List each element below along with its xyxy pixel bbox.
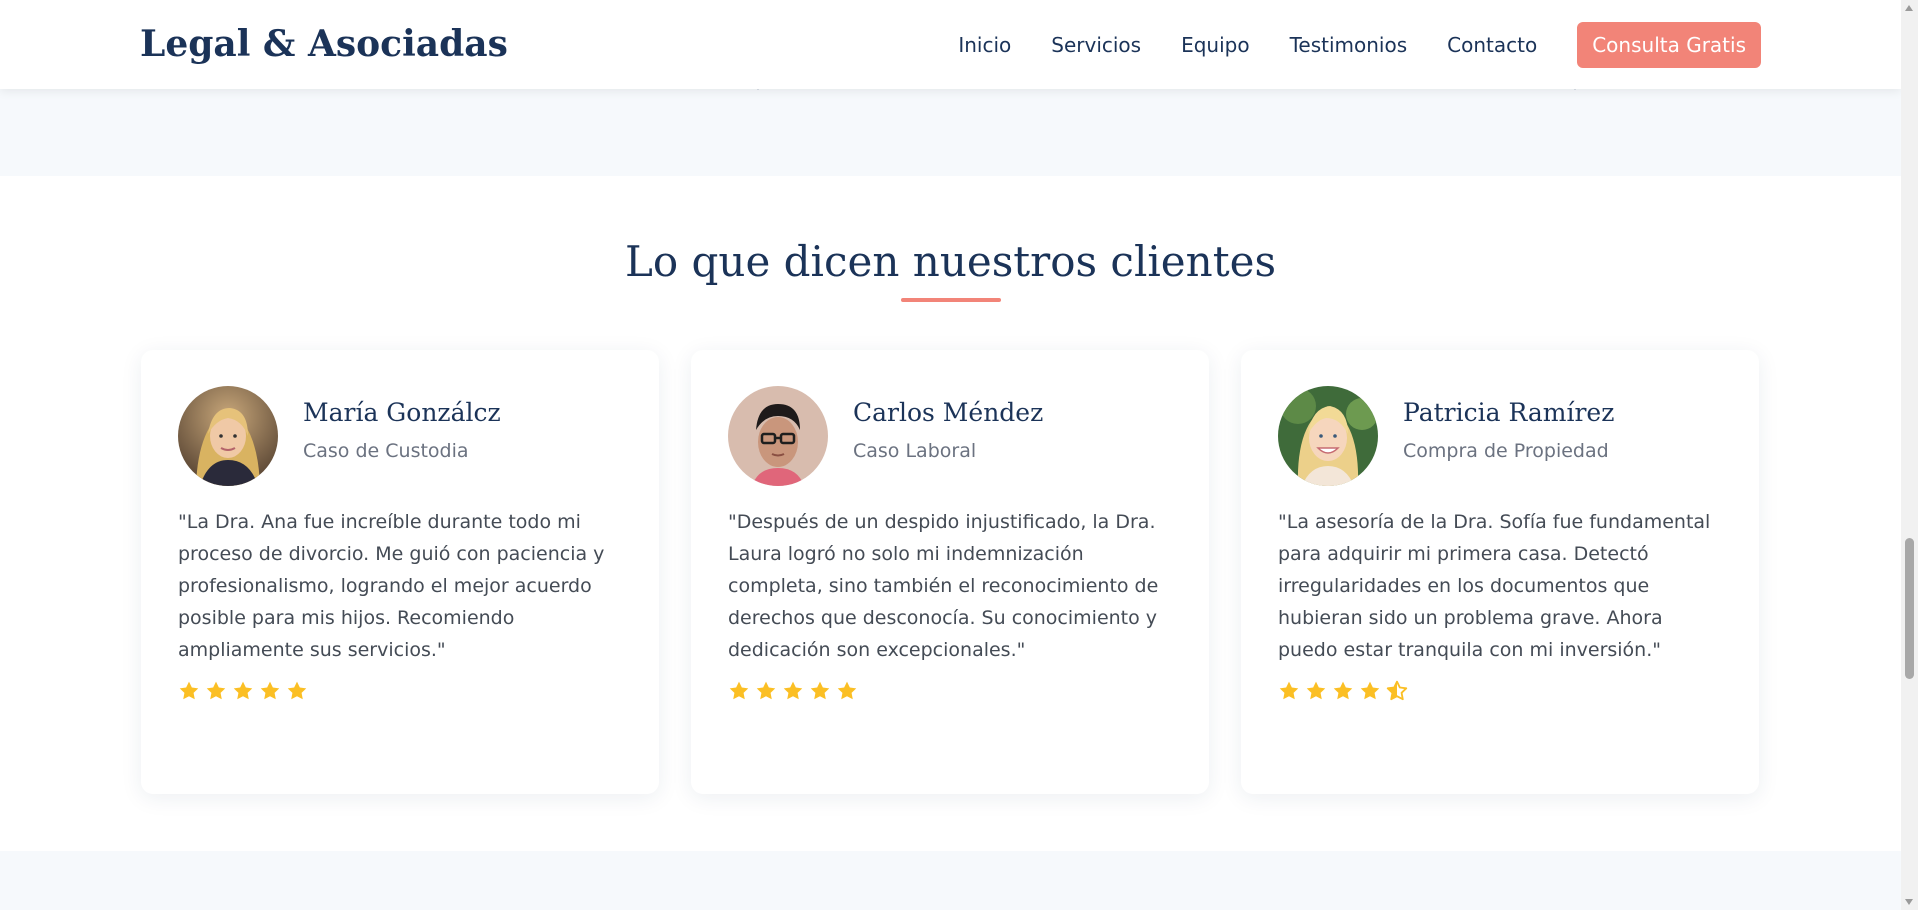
star-icon (1305, 680, 1327, 702)
star-icon (1332, 680, 1354, 702)
star-rating (1278, 680, 1413, 702)
testimonial-card: Carlos Méndez Caso Laboral "Después de u… (691, 350, 1209, 794)
site-logo[interactable]: Legal & Asociadas (140, 22, 508, 66)
star-icon (836, 680, 858, 702)
testimonial-quote: "La asesoría de la Dra. Sofía fue fundam… (1278, 511, 1711, 661)
nav-link-servicios[interactable]: Servicios (1051, 33, 1141, 57)
nav-link-equipo[interactable]: Equipo (1181, 33, 1250, 57)
client-name: Carlos Méndez (853, 398, 1044, 427)
testimonial-card: Patricia Ramírez Compra de Propiedad "La… (1241, 350, 1759, 794)
star-rating (178, 680, 313, 702)
star-half-icon (1386, 680, 1408, 702)
avatar (1278, 386, 1378, 486)
nav-link-inicio[interactable]: Inicio (958, 33, 1011, 57)
scrollbar-thumb[interactable] (1905, 538, 1914, 679)
page: Legal & Asociadas Inicio Servicios Equip… (0, 0, 1901, 910)
free-consultation-button[interactable]: Consulta Gratis (1577, 22, 1761, 68)
star-icon (178, 680, 200, 702)
star-icon (232, 680, 254, 702)
scroll-down-arrow-icon[interactable] (1905, 899, 1913, 905)
star-icon (1359, 680, 1381, 702)
star-icon (755, 680, 777, 702)
client-name: Patricia Ramírez (1403, 398, 1615, 427)
client-case-type: Caso Laboral (853, 440, 977, 462)
nav-link-contacto[interactable]: Contacto (1447, 33, 1537, 57)
star-icon (259, 680, 281, 702)
nav-link-testimonios[interactable]: Testimonios (1290, 33, 1408, 57)
client-name: María Gonzálcz (303, 398, 501, 427)
testimonial-card: María Gonzálcz Caso de Custodia "La Dra.… (141, 350, 659, 794)
star-icon (1278, 680, 1300, 702)
client-case-type: Caso de Custodia (303, 440, 469, 462)
testimonials-section: Lo que dicen nuestros clientes María Gon… (0, 176, 1901, 851)
next-section (0, 851, 1901, 910)
star-icon (205, 680, 227, 702)
avatar (728, 386, 828, 486)
section-title: Lo que dicen nuestros clientes (625, 237, 1276, 286)
testimonial-quote: "Después de un despido injustificado, la… (728, 511, 1159, 661)
vertical-scrollbar[interactable] (1901, 0, 1918, 910)
scroll-up-arrow-icon[interactable] (1905, 5, 1913, 11)
star-icon (286, 680, 308, 702)
star-icon (728, 680, 750, 702)
client-case-type: Compra de Propiedad (1403, 440, 1609, 462)
main-nav: Inicio Servicios Equipo Testimonios Cont… (958, 22, 1761, 68)
title-underline (901, 298, 1001, 302)
star-icon (782, 680, 804, 702)
avatar (178, 386, 278, 486)
site-header: Legal & Asociadas Inicio Servicios Equip… (0, 0, 1901, 89)
star-rating (728, 680, 863, 702)
testimonial-quote: "La Dra. Ana fue increíble durante todo … (178, 511, 605, 661)
star-icon (809, 680, 831, 702)
